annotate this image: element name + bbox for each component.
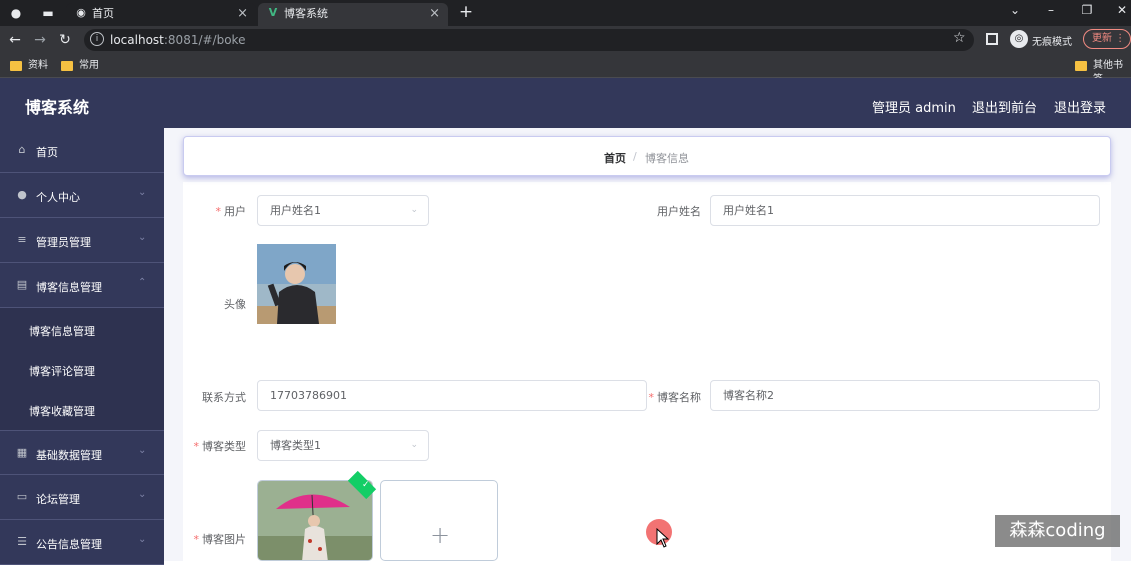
browser-tab-home[interactable]: ◉ 首页 × [66,3,256,26]
reload-icon[interactable]: ↻ [56,31,74,49]
check-icon: ✓ [362,480,370,490]
chat-icon: ▭ [16,490,28,503]
minimize-icon[interactable]: – [1041,3,1061,17]
back-arrow-icon[interactable]: ← [6,31,24,49]
user-icon: ● [17,188,27,201]
bookmark-folder[interactable]: 常用 [61,59,99,73]
vue-logo-icon: V [268,6,278,19]
user-name-label: 用户姓名 [657,205,701,218]
bookmark-folder[interactable]: 资料 [10,59,48,73]
home-icon: ⌂ [18,143,26,156]
image-upload-button[interactable]: + [380,480,498,561]
incognito-icon[interactable]: ◎ [1010,30,1028,48]
logout-link[interactable]: 退出登录 [1054,97,1106,116]
clipboard-icon: ▤ [16,278,28,291]
blog-name-field[interactable]: 博客名称2 [710,380,1100,411]
blog-type-select[interactable]: 博客类型1 ⌄ [257,430,429,461]
user-name-field[interactable]: 用户姓名1 [710,195,1100,226]
contact-label: 联系方式 [202,391,246,404]
tab-search-chevron-icon[interactable]: ⌄ [1005,3,1025,17]
tab-label: 博客系统 [284,7,328,20]
chevron-down-icon: ⌄ [138,232,147,243]
blog-name-label: * 博客名称 [648,391,702,404]
sidebar: ⌂ 首页 ● 个人中心 ⌄ ≡ 管理员管理 ⌄ ▤ 博客信息管理 ⌃ 博客信息管… [0,128,164,565]
globe-icon: ◉ [76,6,86,19]
info-icon[interactable]: i [90,32,104,46]
watermark: 森森coding [995,515,1120,547]
sidebar-item-profile[interactable]: ● 个人中心 ⌄ [0,173,164,218]
avatar-photo [257,244,336,324]
sidebar-subitem-blog-info[interactable]: 博客信息管理 [0,309,164,349]
grid-icon: ▦ [16,446,28,459]
sidebar-item-forum[interactable]: ▭ 论坛管理 ⌄ [0,475,164,520]
sidebar-item-home[interactable]: ⌂ 首页 [0,128,164,173]
tab-label: 首页 [92,7,114,20]
tab-close-icon[interactable]: × [429,3,440,24]
mouse-pointer-icon [656,528,670,548]
app-title: 博客系统 [25,98,90,117]
breadcrumb-home[interactable]: 首页 [604,150,626,166]
chevron-down-icon: ⌄ [410,440,418,450]
sidebar-item-blog-info[interactable]: ▤ 博客信息管理 ⌃ [0,263,164,308]
new-tab-button[interactable]: + [456,3,476,23]
window-icon[interactable]: ▬ [40,5,56,21]
browser-tab-blog[interactable]: V 博客系统 × [258,3,448,26]
sidebar-item-announcements[interactable]: ☰ 公告信息管理 ⌄ [0,520,164,565]
chevron-down-icon: ⌄ [138,489,147,500]
update-button[interactable]: 更新 ⋮ [1083,29,1131,49]
chrome-menu-icon[interactable]: ● [8,5,24,21]
breadcrumb-current: 博客信息 [645,152,689,165]
exit-to-front-link[interactable]: 退出到前台 [972,97,1037,116]
contact-field[interactable]: 17703786901 [257,380,647,411]
list-icon: ☰ [17,535,27,548]
blog-photo [258,481,372,560]
url-text: localhost:8081/#/boke [110,33,246,47]
browser-tab-strip: ● ▬ ◉ 首页 × V 博客系统 × + ⌄ – ❐ ✕ [0,0,1131,26]
blog-image-label: * 博客图片 [193,533,247,546]
chevron-down-icon: ⌄ [410,205,418,215]
avatar-image[interactable] [257,244,336,324]
sidebar-subitem-blog-favorites[interactable]: 博客收藏管理 [0,389,164,429]
breadcrumb: 首页 / 博客信息 [183,136,1111,176]
forward-arrow-icon[interactable]: → [31,31,49,49]
bookmarks-bar: 资料 常用 其他书签 [0,54,1131,85]
user-label: * 用户 [215,205,247,218]
folder-icon [1075,61,1087,71]
chevron-up-icon: ⌃ [138,277,147,288]
sliders-icon: ≡ [17,233,27,246]
chevron-down-icon: ⌄ [138,534,147,545]
blog-image-thumbnail[interactable] [257,480,373,561]
plus-icon: + [430,521,451,549]
chevron-down-icon: ⌄ [138,187,147,198]
tab-close-icon[interactable]: × [237,3,248,24]
sidebar-item-base-data[interactable]: ▦ 基础数据管理 ⌄ [0,430,164,475]
admin-label: 管理员 admin [872,101,956,116]
sidebar-item-admin[interactable]: ≡ 管理员管理 ⌄ [0,218,164,263]
close-window-icon[interactable]: ✕ [1112,3,1131,17]
incognito-label: 无痕模式 [1032,37,1072,48]
breadcrumb-separator: / [633,150,637,163]
app-header: 博客系统 管理员 admin 退出到前台 退出登录 [0,78,1131,128]
avatar-label: 头像 [224,298,246,311]
bookmark-star-icon[interactable]: ☆ [953,30,966,46]
folder-icon [61,61,73,71]
folder-icon [10,61,22,71]
chevron-down-icon: ⌄ [138,445,147,456]
user-select[interactable]: 用户姓名1 ⌄ [257,195,429,226]
sidebar-subitem-blog-comments[interactable]: 博客评论管理 [0,349,164,389]
blog-type-label: * 博客类型 [193,440,247,453]
side-panel-icon[interactable] [986,33,998,45]
restore-icon[interactable]: ❐ [1077,3,1097,17]
url-bar[interactable]: i localhost:8081/#/boke [84,29,974,51]
address-toolbar: ← → ↻ i localhost:8081/#/boke ☆ ◎ 无痕模式 更… [0,26,1131,54]
